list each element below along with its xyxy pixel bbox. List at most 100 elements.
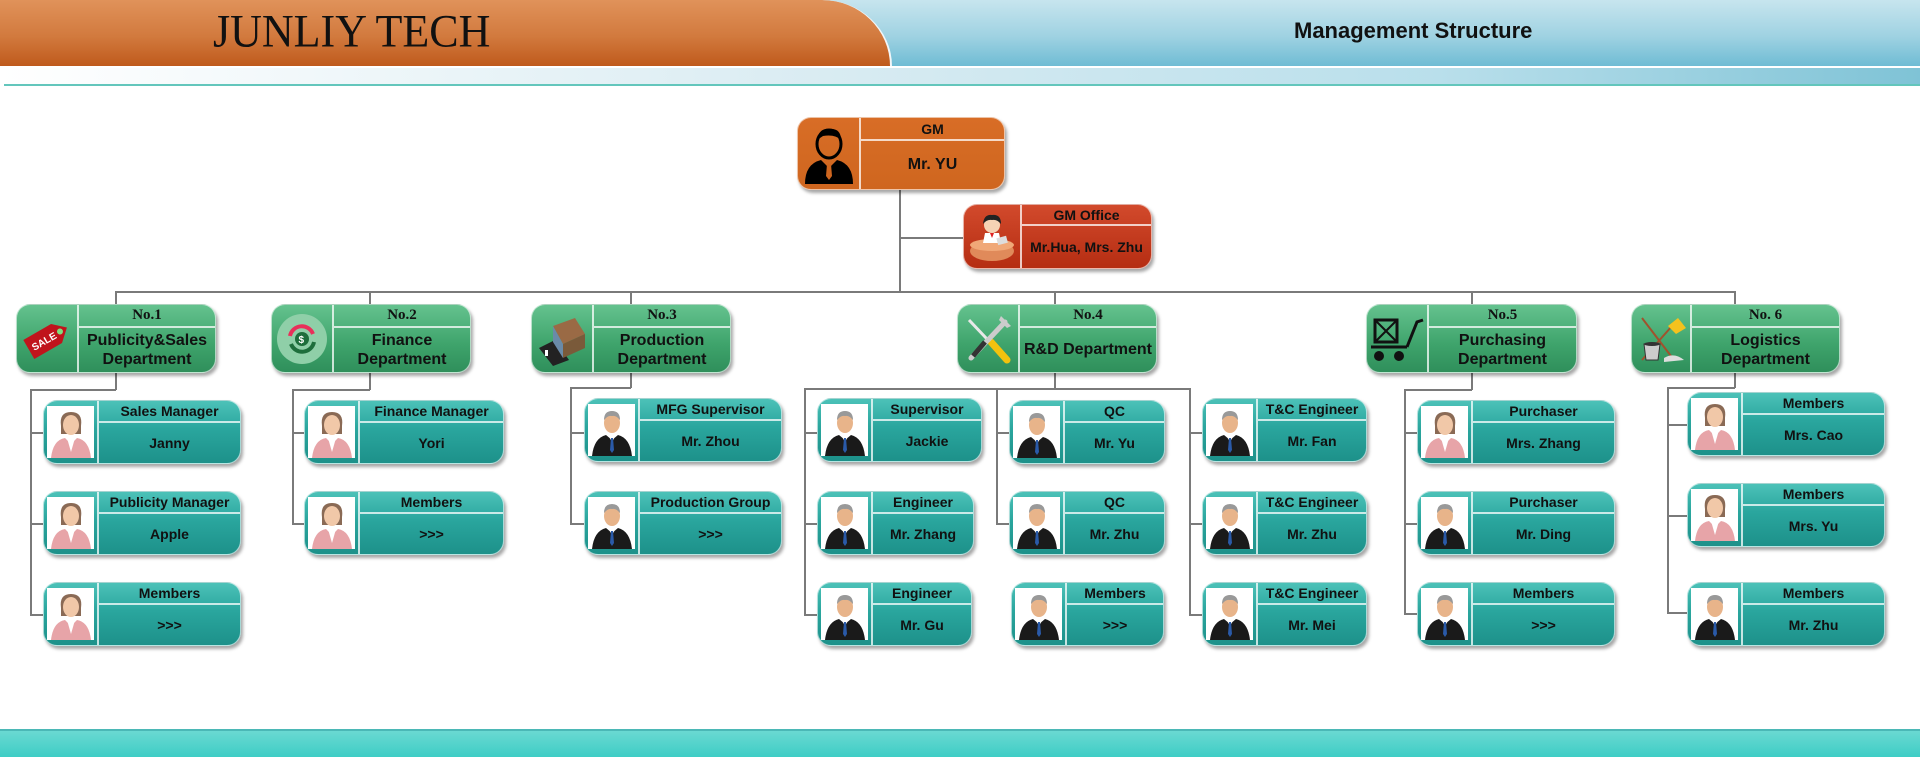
staff-card[interactable]: Members >>> bbox=[1417, 582, 1615, 646]
male-avatar-icon bbox=[818, 583, 873, 645]
staff-role: Engineer bbox=[873, 492, 973, 514]
connector bbox=[630, 291, 632, 305]
staff-name: Mr. Zhou bbox=[681, 432, 740, 449]
female-avatar-icon bbox=[305, 401, 360, 463]
staff-name: >>> bbox=[1531, 616, 1556, 633]
dept-card-publicity-sales[interactable]: SALE No.1 Publicity&Sales Department bbox=[16, 304, 216, 373]
gm-office-card[interactable]: GM Office Mr.Hua, Mrs. Zhu bbox=[963, 204, 1152, 269]
dept-name: Logistics Department bbox=[1721, 331, 1810, 368]
connector bbox=[30, 389, 32, 615]
connector bbox=[1734, 372, 1736, 388]
staff-name: Mr. Mei bbox=[1288, 616, 1336, 633]
gm-card[interactable]: GM Mr. YU bbox=[797, 117, 1005, 190]
svg-text:$: $ bbox=[299, 335, 305, 346]
staff-role: Members bbox=[1743, 484, 1884, 506]
dept-number: No.1 bbox=[79, 305, 215, 328]
staff-card[interactable]: Members >>> bbox=[304, 491, 504, 555]
staff-name: Mr. Gu bbox=[900, 616, 944, 633]
staff-card[interactable]: Supervisor Jackie bbox=[817, 398, 982, 462]
dept-name: Finance Department bbox=[357, 331, 447, 368]
connector bbox=[1404, 613, 1417, 615]
staff-role: Publicity Manager bbox=[99, 492, 240, 514]
staff-card[interactable]: Members >>> bbox=[1011, 582, 1164, 646]
connector bbox=[1667, 387, 1735, 389]
connector bbox=[30, 614, 43, 616]
staff-name: Mr. Zhu bbox=[1788, 616, 1839, 633]
connector bbox=[369, 372, 371, 390]
connector bbox=[570, 432, 584, 434]
dept-card-production[interactable]: No.3 Production Department bbox=[531, 304, 731, 373]
dept-card-purchasing[interactable]: No.5 Purchasing Department bbox=[1366, 304, 1577, 373]
staff-card[interactable]: Engineer Mr. Zhang bbox=[817, 491, 974, 555]
staff-name: Yori bbox=[418, 434, 445, 451]
sale-tag-icon: SALE bbox=[17, 305, 79, 372]
connector bbox=[1189, 388, 1191, 614]
male-avatar-icon bbox=[585, 492, 640, 554]
staff-card[interactable]: Sales Manager Janny bbox=[43, 400, 241, 464]
female-avatar-icon bbox=[1688, 393, 1743, 455]
staff-name: Mr. Yu bbox=[1094, 434, 1135, 451]
connector bbox=[570, 387, 631, 389]
businessman-icon bbox=[798, 118, 861, 189]
gm-name: Mr. YU bbox=[907, 156, 958, 174]
male-avatar-icon bbox=[1418, 583, 1473, 645]
staff-card[interactable]: Production Group >>> bbox=[584, 491, 782, 555]
connector bbox=[1471, 372, 1473, 390]
avatar-photo bbox=[1013, 406, 1060, 458]
connector bbox=[996, 388, 998, 524]
cart-icon bbox=[1367, 305, 1429, 372]
staff-card[interactable]: T&C Engineer Mr. Mei bbox=[1202, 582, 1367, 646]
connector bbox=[115, 291, 1735, 293]
connector bbox=[1667, 424, 1687, 426]
avatar-photo bbox=[308, 497, 355, 549]
staff-card[interactable]: QC Mr. Yu bbox=[1009, 400, 1165, 464]
staff-role: Engineer bbox=[873, 583, 971, 605]
staff-role: Production Group bbox=[640, 492, 781, 514]
staff-card[interactable]: MFG Supervisor Mr. Zhou bbox=[584, 398, 782, 462]
staff-name: >>> bbox=[157, 616, 182, 633]
staff-card[interactable]: Publicity Manager Apple bbox=[43, 491, 241, 555]
dept-name: Purchasing Department bbox=[1458, 331, 1547, 368]
connector bbox=[996, 523, 1009, 525]
dept-card-rd[interactable]: No.4 R&D Department bbox=[957, 304, 1157, 373]
connector bbox=[30, 432, 43, 434]
staff-card[interactable]: T&C Engineer Mr. Fan bbox=[1202, 398, 1367, 462]
staff-card[interactable]: T&C Engineer Mr. Zhu bbox=[1202, 491, 1367, 555]
male-avatar-icon bbox=[585, 399, 640, 461]
female-avatar-icon bbox=[44, 583, 99, 645]
avatar-photo bbox=[1421, 588, 1468, 640]
connector bbox=[804, 388, 806, 614]
connector bbox=[1667, 387, 1669, 613]
avatar-photo bbox=[588, 404, 635, 456]
staff-card[interactable]: Engineer Mr. Gu bbox=[817, 582, 972, 646]
staff-card[interactable]: Members Mrs. Yu bbox=[1687, 483, 1885, 547]
avatar-photo bbox=[1013, 497, 1060, 549]
staff-card[interactable]: Purchaser Mr. Ding bbox=[1417, 491, 1615, 555]
connector bbox=[570, 523, 584, 525]
male-avatar-icon bbox=[1010, 492, 1065, 554]
staff-role: QC bbox=[1065, 401, 1164, 423]
staff-name: Mr. Zhu bbox=[1287, 525, 1337, 542]
dept-card-logistics[interactable]: No. 6 Logistics Department bbox=[1631, 304, 1840, 373]
connector bbox=[1054, 372, 1056, 389]
connector bbox=[292, 389, 370, 391]
staff-role: Members bbox=[1067, 583, 1163, 605]
connector bbox=[1404, 389, 1472, 391]
staff-card[interactable]: Finance Manager Yori bbox=[304, 400, 504, 464]
dept-name: Production Department bbox=[617, 331, 707, 368]
gm-role: GM bbox=[861, 118, 1004, 141]
avatar-photo bbox=[1421, 406, 1468, 458]
connector bbox=[996, 432, 1009, 434]
female-avatar-icon bbox=[44, 401, 99, 463]
staff-card[interactable]: Members >>> bbox=[43, 582, 241, 646]
footer-bar bbox=[0, 729, 1920, 757]
staff-card[interactable]: Members Mr. Zhu bbox=[1687, 582, 1885, 646]
org-chart-page: JUNLIY TECH Management Structure GM Mr. … bbox=[0, 0, 1920, 757]
staff-card[interactable]: Members Mrs. Cao bbox=[1687, 392, 1885, 456]
gm-office-name: Mr.Hua, Mrs. Zhu bbox=[1030, 238, 1143, 255]
connector bbox=[1404, 523, 1417, 525]
dept-card-finance[interactable]: $ No.2 Finance Department bbox=[271, 304, 471, 373]
staff-card[interactable]: QC Mr. Zhu bbox=[1009, 491, 1165, 555]
staff-card[interactable]: Purchaser Mrs. Zhang bbox=[1417, 400, 1615, 464]
dept-number: No. 6 bbox=[1692, 305, 1839, 328]
